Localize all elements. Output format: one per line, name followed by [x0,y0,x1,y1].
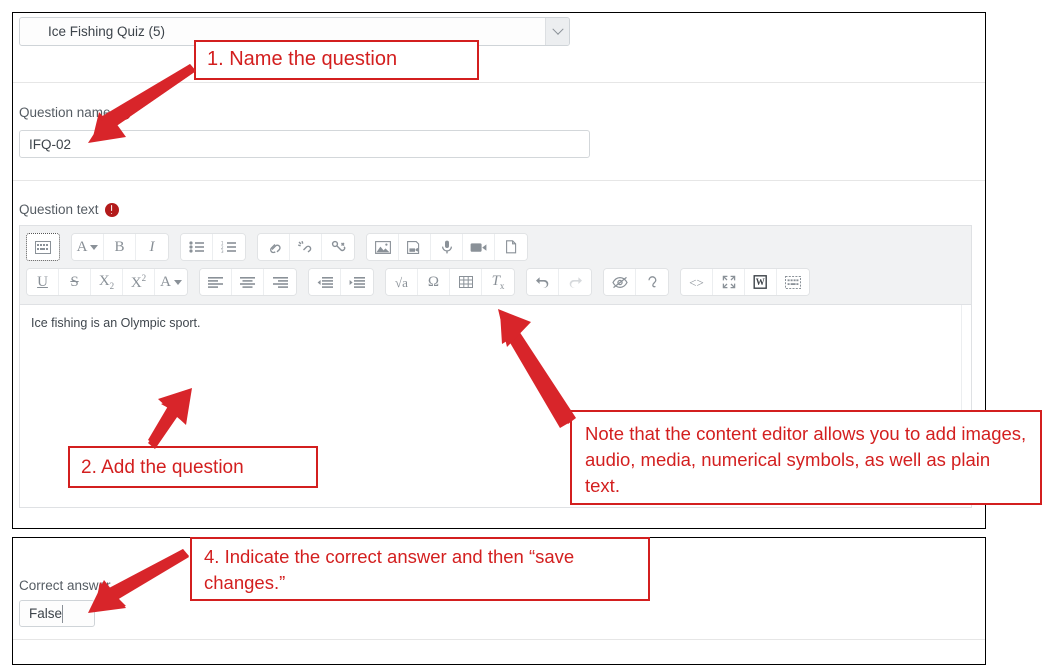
history-group [526,268,592,296]
required-exclamation-icon [104,202,119,217]
accessibility-checker-icon[interactable] [604,269,636,295]
correct-answer-label-text: Correct answer [19,578,111,593]
record-audio-icon[interactable] [431,234,463,260]
divider-3 [13,639,985,640]
screenreader-helper-icon[interactable] [636,269,668,295]
undo-icon[interactable] [527,269,559,295]
bullet-list-icon[interactable] [181,234,213,260]
text-style-group: U S X2 X2 A [26,268,188,296]
bold-icon[interactable]: B [104,234,136,260]
superscript-icon[interactable]: X2 [123,269,155,295]
outdent-icon[interactable] [309,269,341,295]
font-group: A B I [71,233,169,261]
font-color-icon[interactable]: A [72,234,104,260]
question-name-label: Question name [19,105,131,120]
svg-text:3: 3 [221,249,224,253]
underline-icon[interactable]: U [27,269,59,295]
fullscreen-icon[interactable] [713,269,745,295]
insert-image-icon[interactable] [367,234,399,260]
correct-answer-label: Correct answer [19,578,111,593]
quiz-category-value: Ice Fishing Quiz (5) [48,23,166,39]
align-center-icon[interactable] [232,269,264,295]
toolbar-row-1: A B I 123 [26,233,965,261]
unlink-icon[interactable] [290,234,322,260]
chevron-down-icon[interactable] [545,18,569,45]
insert-table-icon[interactable] [450,269,482,295]
text-align-dropdown-icon[interactable]: A [155,269,187,295]
link-group [257,233,355,261]
editor-toolbar: A B I 123 U S X2 X2 A √a Ω Tx <> W [20,226,971,305]
tools-group: <> W [680,268,810,296]
media-group [366,233,528,261]
divider-2 [13,180,985,181]
subscript-icon[interactable]: X2 [91,269,123,295]
annotation-step-2: 2. Add the question [68,446,318,488]
correct-answer-value: False [29,605,63,621]
toolbar-row-2: U S X2 X2 A √a Ω Tx <> W [26,268,965,296]
indent-group [308,268,374,296]
chevron-down-icon[interactable] [62,604,84,623]
indent-icon[interactable] [341,269,373,295]
align-group [199,268,297,296]
clear-formatting-icon[interactable]: Tx [482,269,514,295]
svg-text:W: W [756,277,765,287]
numbered-list-icon[interactable]: 123 [213,234,245,260]
strikethrough-icon[interactable]: S [59,269,91,295]
align-left-icon[interactable] [200,269,232,295]
question-name-input[interactable] [19,130,590,158]
equation-editor-icon[interactable]: √a [386,269,418,295]
accessibility-group [603,268,669,296]
annotation-step-4: 4. Indicate the correct answer and then … [190,537,650,601]
list-group: 123 [180,233,246,261]
question-text-label: Question text [19,202,119,217]
redo-icon[interactable] [559,269,591,295]
insert-media-icon[interactable] [399,234,431,260]
annotation-step-1: 1. Name the question [194,40,479,80]
correct-answer-select[interactable]: False [19,600,95,627]
question-text-label-text: Question text [19,202,99,217]
required-exclamation-icon [116,105,131,120]
link-icon[interactable] [258,234,290,260]
question-body-text: Ice fishing is an Olympic sport. [31,316,201,330]
italic-icon[interactable]: I [136,234,168,260]
onscreen-keyboard-icon[interactable] [777,269,809,295]
special-character-icon[interactable]: Ω [418,269,450,295]
manage-files-icon[interactable] [495,234,527,260]
html-source-icon[interactable]: <> [681,269,713,295]
anchor-icon[interactable] [322,234,354,260]
equation-group: √a Ω Tx [385,268,515,296]
keyboard-icon[interactable] [26,233,60,261]
question-name-label-text: Question name [19,105,111,120]
record-video-icon[interactable] [463,234,495,260]
align-right-icon[interactable] [264,269,296,295]
divider-1 [13,82,985,83]
paste-from-word-icon[interactable]: W [745,269,777,295]
annotation-note: Note that the content editor allows you … [570,410,1042,505]
